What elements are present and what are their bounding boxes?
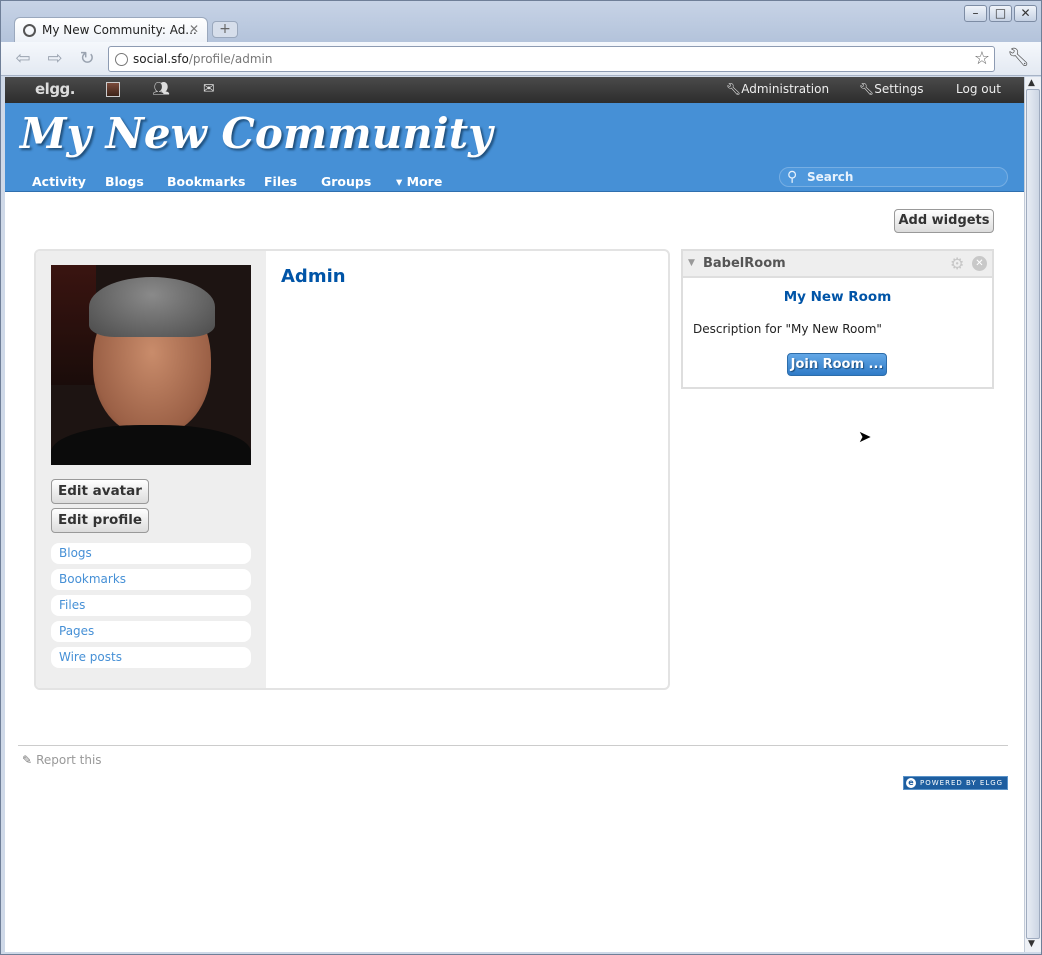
profile-link-wire-posts[interactable]: Wire posts bbox=[51, 647, 251, 668]
search-icon: ⚲ bbox=[787, 169, 798, 185]
powered-by-elgg-badge[interactable]: e POWERED BY ELGG bbox=[903, 776, 1008, 790]
maximize-button[interactable]: □ bbox=[989, 5, 1012, 22]
forward-arrow-icon[interactable]: ⇨ bbox=[43, 48, 67, 70]
profile-link-bookmarks[interactable]: Bookmarks bbox=[51, 569, 251, 590]
site-title[interactable]: My New Community bbox=[20, 109, 493, 158]
messages-icon[interactable]: ✉ bbox=[203, 81, 215, 97]
profile-box: Edit avatar Edit profile Blogs Bookmarks… bbox=[34, 249, 670, 690]
new-tab-button[interactable]: + bbox=[212, 21, 238, 38]
gear-icon[interactable]: ⚙ bbox=[950, 254, 964, 273]
browser-window: My New Community: Ad... ✕ + – □ ✕ ⇦ ⇨ ↻ … bbox=[0, 0, 1042, 955]
menu-item-files[interactable]: Files bbox=[264, 174, 297, 189]
profile-link-blogs[interactable]: Blogs bbox=[51, 543, 251, 564]
settings-label: Settings bbox=[874, 82, 924, 96]
bookmark-star-icon[interactable]: ☆ bbox=[974, 48, 990, 69]
vertical-scrollbar[interactable]: ▲ ▼ bbox=[1024, 77, 1041, 952]
room-title[interactable]: My New Room bbox=[683, 289, 992, 305]
back-arrow-icon[interactable]: ⇦ bbox=[11, 48, 35, 70]
report-this-link[interactable]: ✎ Report this bbox=[22, 753, 102, 767]
elgg-logo[interactable]: elgg. bbox=[35, 80, 76, 98]
page-viewport: elgg. 👥︎ ✉ 🔧︎Administration 🔧︎Settings L… bbox=[5, 77, 1024, 952]
search-placeholder: Search bbox=[807, 170, 854, 184]
globe-icon bbox=[115, 53, 128, 66]
tab-close-icon[interactable]: ✕ bbox=[189, 22, 199, 36]
powered-label: POWERED BY ELGG bbox=[920, 779, 1004, 787]
wrench-icon: 🔧︎ bbox=[726, 82, 742, 96]
site-header: My New Community Activity Blogs Bookmark… bbox=[5, 103, 1024, 192]
close-window-button[interactable]: ✕ bbox=[1014, 5, 1037, 22]
settings-link[interactable]: 🔧︎Settings bbox=[859, 82, 923, 96]
elgg-topbar: elgg. 👥︎ ✉ 🔧︎Administration 🔧︎Settings L… bbox=[5, 77, 1024, 103]
browser-tab[interactable]: My New Community: Ad... ✕ bbox=[14, 17, 208, 42]
add-widgets-button[interactable]: Add widgets bbox=[894, 209, 994, 233]
report-icon: ✎ bbox=[22, 753, 33, 767]
profile-name[interactable]: Admin bbox=[281, 266, 346, 287]
profile-link-pages[interactable]: Pages bbox=[51, 621, 251, 642]
tab-title: My New Community: Ad... bbox=[42, 23, 197, 37]
scroll-down-icon[interactable]: ▼ bbox=[1028, 939, 1035, 949]
mouse-cursor-icon: ➤ bbox=[858, 427, 872, 446]
scrollbar-thumb[interactable] bbox=[1026, 89, 1040, 939]
menu-item-bookmarks[interactable]: Bookmarks bbox=[167, 174, 245, 189]
edit-avatar-button[interactable]: Edit avatar bbox=[51, 479, 149, 504]
report-label: Report this bbox=[36, 753, 102, 767]
menu-item-more[interactable]: ▾ More bbox=[396, 174, 442, 189]
tab-favicon-icon bbox=[23, 24, 36, 37]
edit-profile-button[interactable]: Edit profile bbox=[51, 508, 150, 533]
profile-link-files[interactable]: Files bbox=[51, 595, 251, 616]
close-icon[interactable]: ✕ bbox=[972, 256, 987, 271]
administration-link[interactable]: 🔧︎Administration bbox=[726, 82, 829, 96]
avatar-hair bbox=[89, 277, 215, 337]
elgg-badge-icon: e bbox=[906, 778, 916, 788]
administration-label: Administration bbox=[741, 82, 830, 96]
scroll-up-icon[interactable]: ▲ bbox=[1028, 78, 1035, 88]
footer-divider bbox=[18, 745, 1008, 746]
user-avatar-mini[interactable] bbox=[106, 82, 120, 97]
reload-icon[interactable]: ↻ bbox=[75, 48, 99, 70]
widget-header: ▼ BabelRoom ⚙ ✕ bbox=[683, 251, 992, 278]
address-bar[interactable]: social.sfo/profile/admin ☆ bbox=[108, 46, 995, 72]
profile-avatar[interactable] bbox=[51, 265, 251, 465]
widget-title: BabelRoom bbox=[703, 256, 786, 271]
collapse-icon[interactable]: ▼ bbox=[688, 258, 695, 268]
menu-item-activity[interactable]: Activity bbox=[32, 174, 86, 189]
menu-item-groups[interactable]: Groups bbox=[321, 174, 371, 189]
browser-toolbar: ⇦ ⇨ ↻ social.sfo/profile/admin ☆ 🔧︎ bbox=[1, 42, 1041, 76]
wrench-menu-icon[interactable]: 🔧︎ bbox=[1007, 47, 1030, 68]
url-path: /profile/admin bbox=[188, 52, 273, 66]
menu-item-blogs[interactable]: Blogs bbox=[105, 174, 144, 189]
join-room-button[interactable]: Join Room ... bbox=[787, 353, 887, 376]
babelroom-widget: ▼ BabelRoom ⚙ ✕ My New Room Description … bbox=[681, 249, 994, 389]
minimize-button[interactable]: – bbox=[964, 5, 987, 22]
friends-icon[interactable]: 👥︎ bbox=[152, 81, 170, 97]
wrench-icon: 🔧︎ bbox=[859, 82, 875, 96]
room-description: Description for "My New Room" bbox=[693, 322, 882, 336]
avatar-shirt bbox=[51, 425, 251, 465]
logout-link[interactable]: Log out bbox=[956, 82, 1001, 96]
profile-sidebar: Edit avatar Edit profile Blogs Bookmarks… bbox=[36, 251, 266, 688]
search-input[interactable]: ⚲ Search bbox=[779, 167, 1008, 187]
url-host: social.sfo bbox=[133, 52, 189, 66]
